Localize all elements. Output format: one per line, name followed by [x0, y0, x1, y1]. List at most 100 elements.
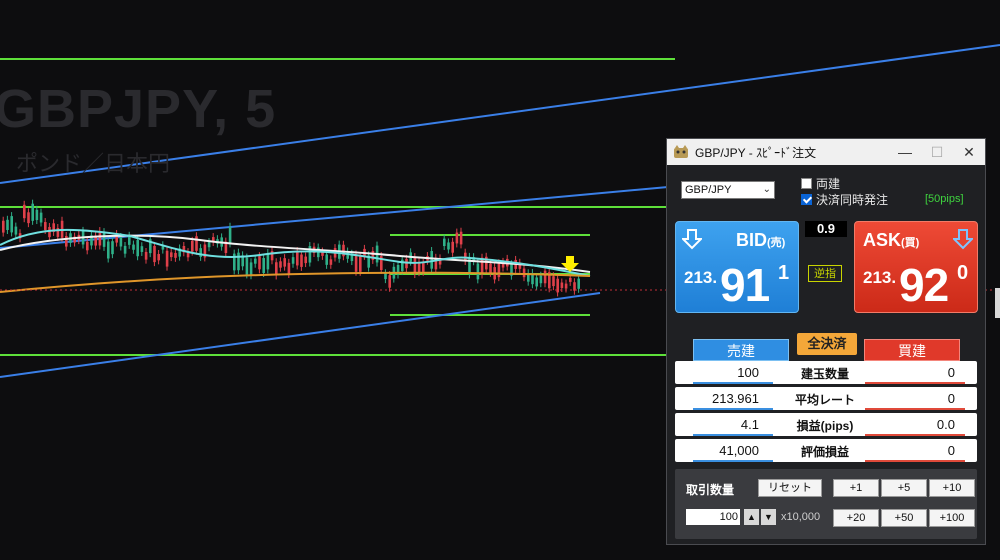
- candle-body: [170, 252, 173, 258]
- quantity-input[interactable]: 100: [686, 509, 740, 525]
- minimize-icon[interactable]: —: [889, 144, 921, 160]
- candle-body: [35, 209, 39, 221]
- quantity-up-icon[interactable]: ▲: [744, 509, 759, 525]
- candle-body: [10, 216, 13, 233]
- candle-body: [153, 245, 156, 263]
- step-plus-10-button[interactable]: +10: [929, 479, 975, 497]
- candle-body: [287, 262, 291, 275]
- chart-symbol-description: ポンド／日本円: [16, 151, 171, 176]
- candle-body: [237, 252, 240, 271]
- candle-body: [14, 226, 18, 235]
- candle-body: [191, 240, 194, 252]
- pips-setting: [50pips]: [925, 193, 964, 205]
- buy-open-tab[interactable]: 買建: [864, 339, 960, 361]
- step-plus-100-button[interactable]: +100: [929, 509, 975, 527]
- hedge-checkbox-label: 両建: [816, 177, 841, 191]
- candle-body: [132, 244, 135, 250]
- candle-body: [245, 257, 249, 275]
- candle-body: [413, 257, 417, 275]
- settle-order-checkbox-box[interactable]: [801, 194, 812, 205]
- maximize-icon[interactable]: ☐: [921, 144, 953, 161]
- candle-body: [430, 251, 433, 269]
- candle-body: [497, 263, 501, 278]
- close-all-button[interactable]: 全決済: [797, 333, 857, 355]
- arrow-down-icon: [953, 229, 973, 250]
- arrow-down-icon: [682, 229, 702, 250]
- candle-body: [174, 252, 177, 258]
- symbol-select[interactable]: GBP/JPY ⌄: [681, 181, 775, 199]
- candle-body: [65, 235, 68, 247]
- candle-body: [489, 263, 492, 273]
- position-row-average-rate: 213.961 平均レート 0: [675, 387, 977, 410]
- symbol-select-value: GBP/JPY: [685, 184, 732, 196]
- quantity-multiplier: x10,000: [781, 511, 821, 523]
- hedge-checkbox[interactable]: 両建: [801, 175, 840, 192]
- bid-label: BID(売): [736, 230, 786, 250]
- candle-body: [522, 268, 526, 278]
- position-row-quantity: 100 建玉数量 0: [675, 361, 977, 384]
- window-title: GBP/JPY - ｽﾋﾟｰﾄﾞ注文: [695, 145, 817, 160]
- candle-body: [207, 242, 211, 248]
- candle-body: [539, 275, 543, 284]
- hedge-checkbox-box[interactable]: [801, 178, 812, 189]
- candle-body: [48, 226, 51, 238]
- bid-price-prefix: 213.: [684, 268, 718, 287]
- candle-body: [31, 203, 34, 221]
- candle-body: [329, 259, 333, 265]
- ask-price-prefix: 213.: [863, 268, 897, 287]
- bid-price-fraction: 1: [778, 262, 790, 284]
- candle-body: [569, 277, 572, 282]
- bid-sell-button[interactable]: BID(売) 213. 91 1: [675, 221, 799, 313]
- step-plus-20-button[interactable]: +20: [833, 509, 879, 527]
- sell-open-tab[interactable]: 売建: [693, 339, 789, 361]
- settle-order-checkbox-label: 決済同時発注: [816, 193, 889, 207]
- candle-body: [291, 257, 295, 264]
- candle-body: [102, 232, 106, 247]
- ask-price-fraction: 0: [957, 262, 969, 284]
- candle-body: [325, 254, 328, 265]
- candle-body: [23, 204, 26, 219]
- candle-body: [228, 226, 232, 244]
- channel-line: [0, 292, 601, 378]
- settle-order-checkbox[interactable]: 決済同時発注: [801, 191, 888, 208]
- spread-value: 0.9: [805, 221, 847, 237]
- candle-body: [577, 278, 580, 289]
- candle-body: [128, 235, 131, 245]
- candle-body: [6, 219, 9, 230]
- quantity-label: 取引数量: [686, 483, 735, 497]
- close-icon[interactable]: ✕: [953, 144, 985, 161]
- candle-body: [266, 253, 270, 270]
- step-plus-50-button[interactable]: +50: [881, 509, 927, 527]
- step-plus-5-button[interactable]: +5: [881, 479, 927, 497]
- step-plus-1-button[interactable]: +1: [833, 479, 879, 497]
- candle-body: [249, 262, 253, 276]
- candle-body: [111, 241, 114, 255]
- candle-body: [27, 212, 30, 224]
- candle-body: [144, 251, 148, 260]
- speed-order-window: GBP/JPY - ｽﾋﾟｰﾄﾞ注文 — ☐ ✕ GBP/JPY ⌄ 両建 決済…: [666, 138, 986, 545]
- candle-body: [136, 240, 139, 257]
- candle-body: [262, 258, 265, 273]
- moving-average-white: [0, 234, 591, 273]
- candle-body: [157, 253, 160, 261]
- candle-body: [300, 254, 303, 267]
- candle-body: [535, 277, 538, 287]
- app-icon: [674, 145, 688, 158]
- candle-body: [451, 241, 454, 253]
- candle-body: [560, 282, 564, 288]
- quantity-down-icon[interactable]: ▼: [761, 509, 776, 525]
- candle-body: [86, 241, 89, 251]
- window-titlebar[interactable]: GBP/JPY - ｽﾋﾟｰﾄﾞ注文 — ☐ ✕: [667, 139, 985, 165]
- stop-order-button[interactable]: 逆指: [808, 265, 842, 282]
- candle-body: [384, 273, 387, 280]
- candle-body: [573, 282, 576, 291]
- candle-body: [123, 245, 127, 254]
- candle-body: [354, 254, 358, 272]
- candle-body: [476, 263, 480, 280]
- candle-body: [459, 231, 463, 245]
- chevron-down-icon: ⌄: [762, 184, 771, 195]
- ask-buy-button[interactable]: ASK(買) 213. 92 0: [854, 221, 978, 313]
- reset-button[interactable]: リセット: [758, 479, 822, 497]
- candle-body: [552, 276, 555, 287]
- candle-body: [119, 236, 123, 247]
